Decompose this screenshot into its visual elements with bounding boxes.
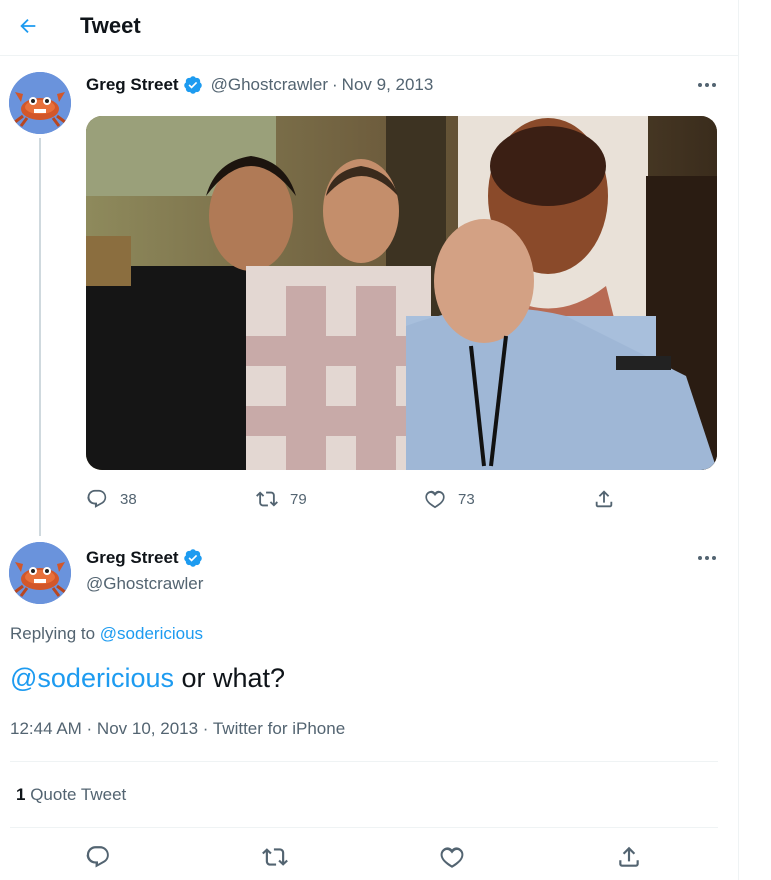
share-icon — [619, 846, 639, 867]
author-handle[interactable]: @Ghostcrawler — [211, 75, 328, 95]
reply-icon — [86, 846, 109, 868]
quote-label: Quote Tweet — [30, 785, 127, 804]
heart-icon — [425, 490, 445, 509]
reply-more-options-button[interactable] — [692, 548, 722, 568]
more-dots-icon — [698, 83, 716, 87]
share-action-button[interactable] — [615, 843, 643, 871]
like-button[interactable]: 73 — [424, 488, 475, 510]
like-count: 73 — [458, 490, 475, 508]
crab-avatar-icon — [9, 542, 71, 604]
tweet-text-body: or what? — [173, 663, 286, 693]
date-separator: · — [332, 75, 338, 94]
heart-icon — [440, 847, 464, 868]
retweet-count: 79 — [290, 490, 307, 508]
reply-author-handle[interactable]: @Ghostcrawler — [86, 574, 203, 594]
like-action-button[interactable] — [438, 843, 466, 871]
reply-icon — [87, 489, 107, 508]
share-button[interactable] — [593, 488, 615, 510]
mention-link[interactable]: @sodericious — [10, 663, 174, 693]
tweet-timestamp[interactable]: 12:44 AM · Nov 10, 2013 · Twitter for iP… — [10, 719, 345, 739]
retweet-icon — [262, 848, 288, 866]
arrow-left-icon — [20, 18, 36, 34]
back-button[interactable] — [10, 8, 46, 44]
page-header: Tweet — [0, 0, 739, 56]
tweet-date[interactable]: Nov 9, 2013 — [342, 75, 434, 95]
retweet-icon — [256, 491, 278, 507]
retweet-button[interactable]: 79 — [256, 488, 307, 510]
replying-to-label: Replying to — [10, 624, 96, 643]
page-title: Tweet — [80, 13, 141, 38]
reply-author-name[interactable]: Greg Street — [86, 548, 179, 568]
divider — [10, 761, 718, 762]
tweet-photo[interactable] — [86, 116, 717, 470]
photo-image — [86, 116, 717, 470]
reply-button[interactable]: 38 — [86, 488, 137, 510]
replying-to-handle-link[interactable]: @sodericious — [100, 624, 203, 643]
reply-action-button[interactable] — [84, 843, 112, 871]
more-dots-icon — [698, 556, 716, 560]
share-icon — [595, 490, 613, 508]
author-name[interactable]: Greg Street — [86, 75, 179, 95]
crab-avatar-icon — [9, 72, 71, 134]
verified-badge-icon — [183, 549, 202, 567]
tweet-text: @sodericious or what? — [10, 663, 285, 694]
reply-count: 38 — [120, 490, 137, 508]
more-options-button[interactable] — [692, 75, 722, 95]
retweet-action-button[interactable] — [261, 843, 289, 871]
replying-to: Replying to @sodericious — [10, 624, 203, 644]
quote-count: 1 — [16, 785, 26, 804]
tweet-column: Tweet Greg Street @Ghostcrawler · Nov 9,… — [0, 0, 739, 880]
reply-author-row: Greg Street — [86, 548, 203, 568]
tweet-author-row: Greg Street @Ghostcrawler · Nov 9, 2013 — [86, 75, 433, 95]
verified-badge-icon — [183, 76, 202, 94]
avatar[interactable] — [9, 72, 71, 134]
quote-tweets-link[interactable]: 1 Quote Tweet — [16, 785, 126, 805]
reply-avatar[interactable] — [9, 542, 71, 604]
divider — [10, 827, 718, 828]
thread-line — [39, 138, 41, 536]
